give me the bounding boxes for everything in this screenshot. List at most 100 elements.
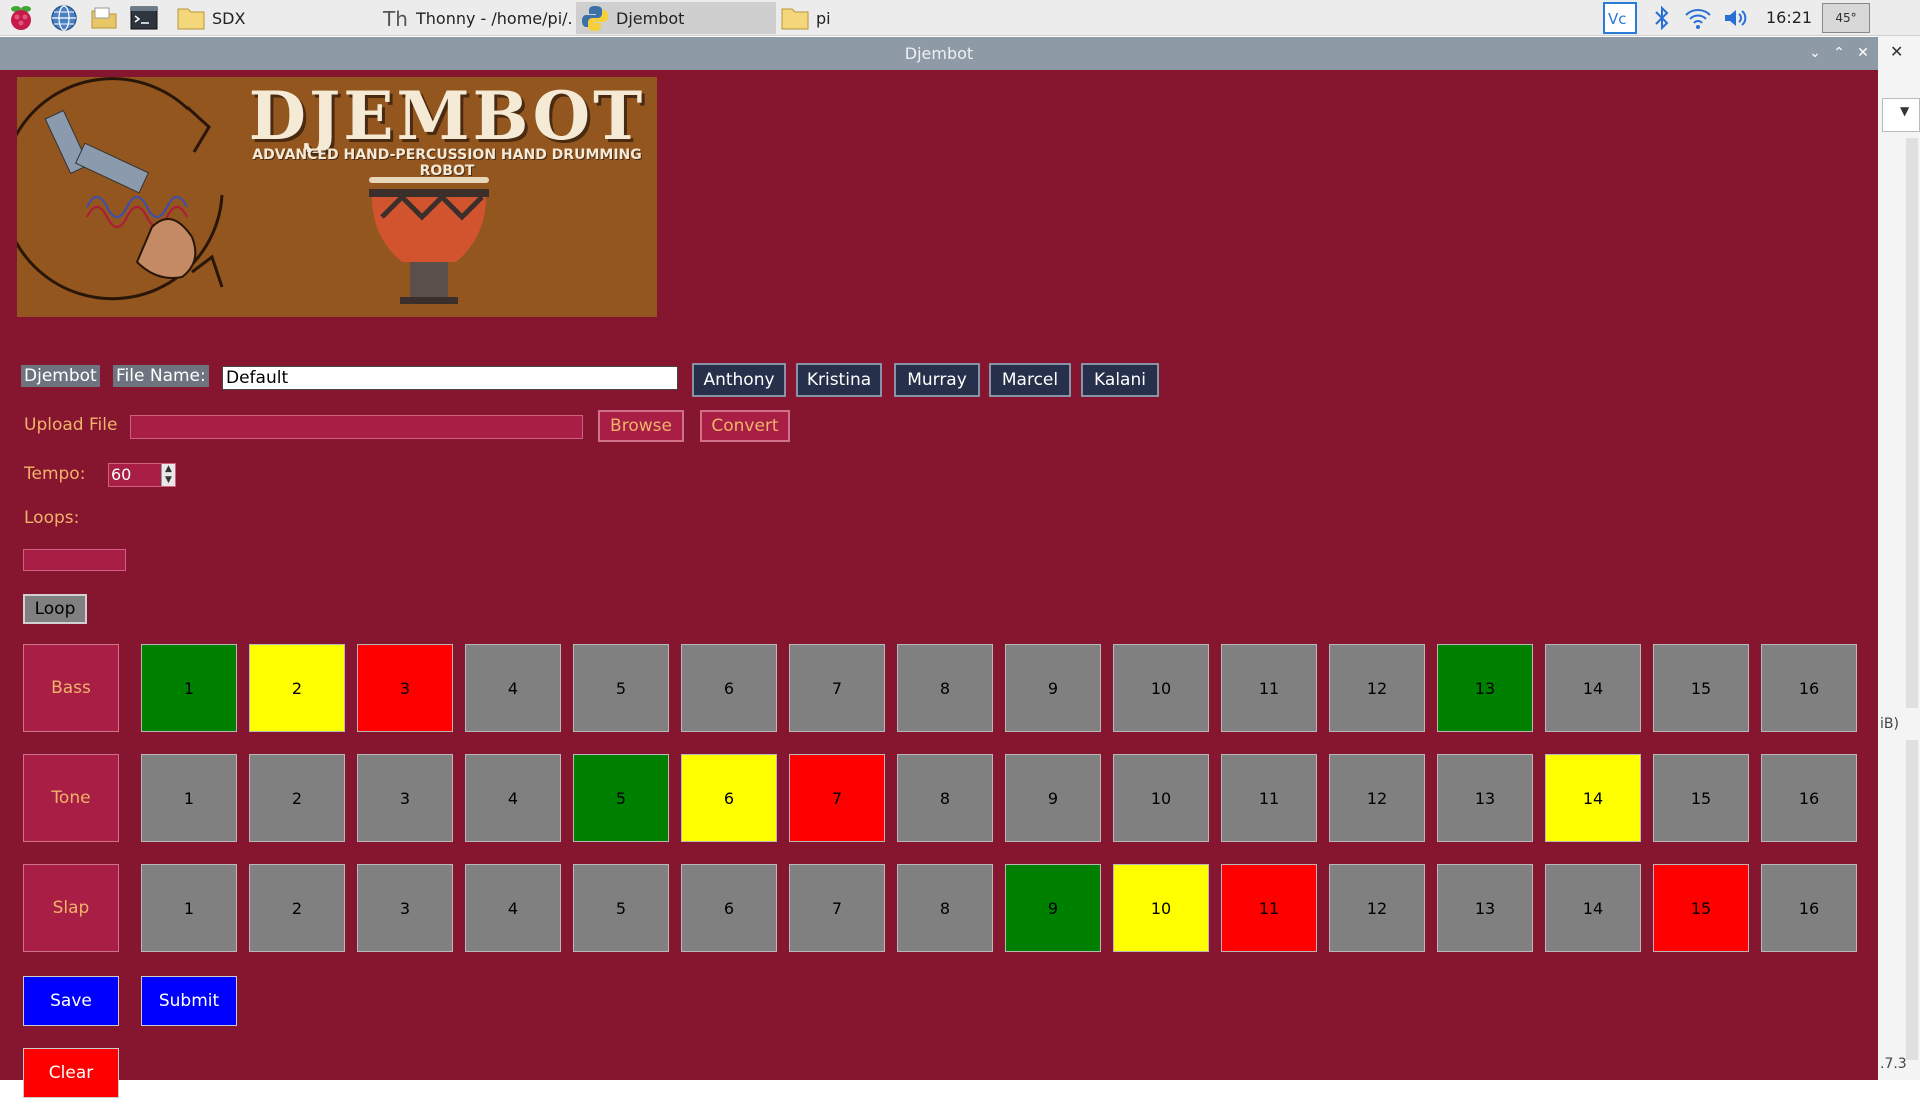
step-cell-bass-14[interactable]: 14 <box>1545 644 1641 732</box>
step-cell-tone-16[interactable]: 16 <box>1761 754 1857 842</box>
banner-image: DJEMBOT ADVANCED HAND-PERCUSSION HAND DR… <box>17 77 657 317</box>
step-cell-tone-10[interactable]: 10 <box>1113 754 1209 842</box>
banner-title: DJEMBOT <box>248 77 646 155</box>
step-cell-slap-15[interactable]: 15 <box>1653 864 1749 952</box>
spin-arrows-icon[interactable]: ▲ ▼ <box>161 464 175 486</box>
maximize-icon[interactable]: ⌃ <box>1826 37 1852 70</box>
banner-subtitle: ADVANCED HAND-PERCUSSION HAND DRUMMING R… <box>252 147 642 179</box>
step-cell-tone-4[interactable]: 4 <box>465 754 561 842</box>
step-cell-bass-1[interactable]: 1 <box>141 644 237 732</box>
step-cell-tone-7[interactable]: 7 <box>789 754 885 842</box>
clear-button[interactable]: Clear <box>23 1048 119 1098</box>
raspberry-menu-icon[interactable] <box>6 3 36 33</box>
step-cell-tone-13[interactable]: 13 <box>1437 754 1533 842</box>
file-name-label: File Name: <box>113 365 209 387</box>
tempo-label: Tempo: <box>24 464 86 484</box>
tempo-spinbox[interactable]: 60 ▲ ▼ <box>108 463 176 487</box>
step-cell-bass-15[interactable]: 15 <box>1653 644 1749 732</box>
step-cell-slap-7[interactable]: 7 <box>789 864 885 952</box>
svg-text:Vc: Vc <box>1608 10 1627 28</box>
step-cell-tone-9[interactable]: 9 <box>1005 754 1101 842</box>
step-cell-tone-5[interactable]: 5 <box>573 754 669 842</box>
web-browser-icon[interactable] <box>49 3 79 33</box>
volume-icon[interactable] <box>1722 4 1750 32</box>
step-cell-slap-12[interactable]: 12 <box>1329 864 1425 952</box>
step-cell-slap-9[interactable]: 9 <box>1005 864 1101 952</box>
loops-input[interactable] <box>23 549 126 571</box>
step-cell-slap-14[interactable]: 14 <box>1545 864 1641 952</box>
step-cell-bass-7[interactable]: 7 <box>789 644 885 732</box>
step-cell-slap-2[interactable]: 2 <box>249 864 345 952</box>
row-button-bass[interactable]: Bass <box>23 644 119 732</box>
step-cell-slap-3[interactable]: 3 <box>357 864 453 952</box>
step-cell-bass-2[interactable]: 2 <box>249 644 345 732</box>
background-scrollbar[interactable] <box>1906 138 1918 708</box>
step-cell-slap-16[interactable]: 16 <box>1761 864 1857 952</box>
row-button-tone[interactable]: Tone <box>23 754 119 842</box>
step-cell-bass-16[interactable]: 16 <box>1761 644 1857 732</box>
terminal-icon[interactable] <box>129 3 159 33</box>
step-cell-slap-6[interactable]: 6 <box>681 864 777 952</box>
submit-button[interactable]: Submit <box>141 976 237 1026</box>
vnc-icon[interactable]: Vc <box>1603 2 1637 34</box>
step-cell-tone-8[interactable]: 8 <box>897 754 993 842</box>
save-button[interactable]: Save <box>23 976 119 1026</box>
window-client-area: DJEMBOT ADVANCED HAND-PERCUSSION HAND DR… <box>0 70 1878 1098</box>
step-cell-tone-11[interactable]: 11 <box>1221 754 1317 842</box>
background-scrollbar[interactable] <box>1906 740 1918 1060</box>
step-cell-bass-6[interactable]: 6 <box>681 644 777 732</box>
step-cell-slap-4[interactable]: 4 <box>465 864 561 952</box>
clock[interactable]: 16:21 <box>1766 0 1812 36</box>
file-name-input[interactable]: Default <box>222 366 678 390</box>
step-cell-tone-3[interactable]: 3 <box>357 754 453 842</box>
step-cell-slap-11[interactable]: 11 <box>1221 864 1317 952</box>
cpu-temperature-monitor[interactable]: 45° <box>1822 3 1870 33</box>
step-cell-tone-1[interactable]: 1 <box>141 754 237 842</box>
step-cell-bass-5[interactable]: 5 <box>573 644 669 732</box>
user-button-marcel[interactable]: Marcel <box>989 363 1071 397</box>
user-button-murray[interactable]: Murray <box>894 363 980 397</box>
djembot-window: Djembot ⌄ ⌃ ✕ DJEMBOT ADVANCED HAND-PERC… <box>0 37 1878 1098</box>
task-label: pi <box>816 8 831 28</box>
step-cell-slap-1[interactable]: 1 <box>141 864 237 952</box>
close-icon[interactable]: ✕ <box>1850 37 1876 70</box>
step-cell-tone-14[interactable]: 14 <box>1545 754 1641 842</box>
task-sdx[interactable]: SDX <box>172 2 372 34</box>
step-cell-tone-6[interactable]: 6 <box>681 754 777 842</box>
step-cell-slap-10[interactable]: 10 <box>1113 864 1209 952</box>
step-cell-tone-2[interactable]: 2 <box>249 754 345 842</box>
step-cell-bass-13[interactable]: 13 <box>1437 644 1533 732</box>
step-cell-tone-12[interactable]: 12 <box>1329 754 1425 842</box>
wifi-icon[interactable] <box>1684 4 1712 32</box>
step-cell-slap-8[interactable]: 8 <box>897 864 993 952</box>
step-cell-bass-11[interactable]: 11 <box>1221 644 1317 732</box>
step-cell-bass-3[interactable]: 3 <box>357 644 453 732</box>
task-label: SDX <box>212 8 246 28</box>
file-manager-icon[interactable] <box>89 3 119 33</box>
step-cell-slap-5[interactable]: 5 <box>573 864 669 952</box>
row-button-slap[interactable]: Slap <box>23 864 119 952</box>
upload-file-input[interactable] <box>130 415 583 439</box>
user-button-kristina[interactable]: Kristina <box>796 363 882 397</box>
step-cell-bass-8[interactable]: 8 <box>897 644 993 732</box>
step-cell-bass-10[interactable]: 10 <box>1113 644 1209 732</box>
user-button-kalani[interactable]: Kalani <box>1081 363 1159 397</box>
convert-button[interactable]: Convert <box>700 410 790 442</box>
bluetooth-icon[interactable] <box>1648 4 1676 32</box>
tempo-value: 60 <box>111 465 132 484</box>
task-pi[interactable]: pi <box>776 2 976 34</box>
loop-button[interactable]: Loop <box>23 594 87 624</box>
step-cell-bass-4[interactable]: 4 <box>465 644 561 732</box>
step-cell-bass-12[interactable]: 12 <box>1329 644 1425 732</box>
step-cell-tone-15[interactable]: 15 <box>1653 754 1749 842</box>
minimize-icon[interactable]: ⌄ <box>1802 37 1828 70</box>
task-thonny[interactable]: Th Thonny - /home/pi/... <box>376 2 572 34</box>
chevron-down-icon[interactable]: ▼ <box>1900 104 1909 118</box>
close-icon[interactable]: ✕ <box>1890 42 1903 61</box>
user-button-anthony[interactable]: Anthony <box>692 363 786 397</box>
step-cell-slap-13[interactable]: 13 <box>1437 864 1533 952</box>
step-cell-bass-9[interactable]: 9 <box>1005 644 1101 732</box>
task-djembot[interactable]: Djembot <box>576 2 776 34</box>
browse-button[interactable]: Browse <box>598 410 684 442</box>
window-titlebar[interactable]: Djembot ⌄ ⌃ ✕ <box>0 37 1878 70</box>
